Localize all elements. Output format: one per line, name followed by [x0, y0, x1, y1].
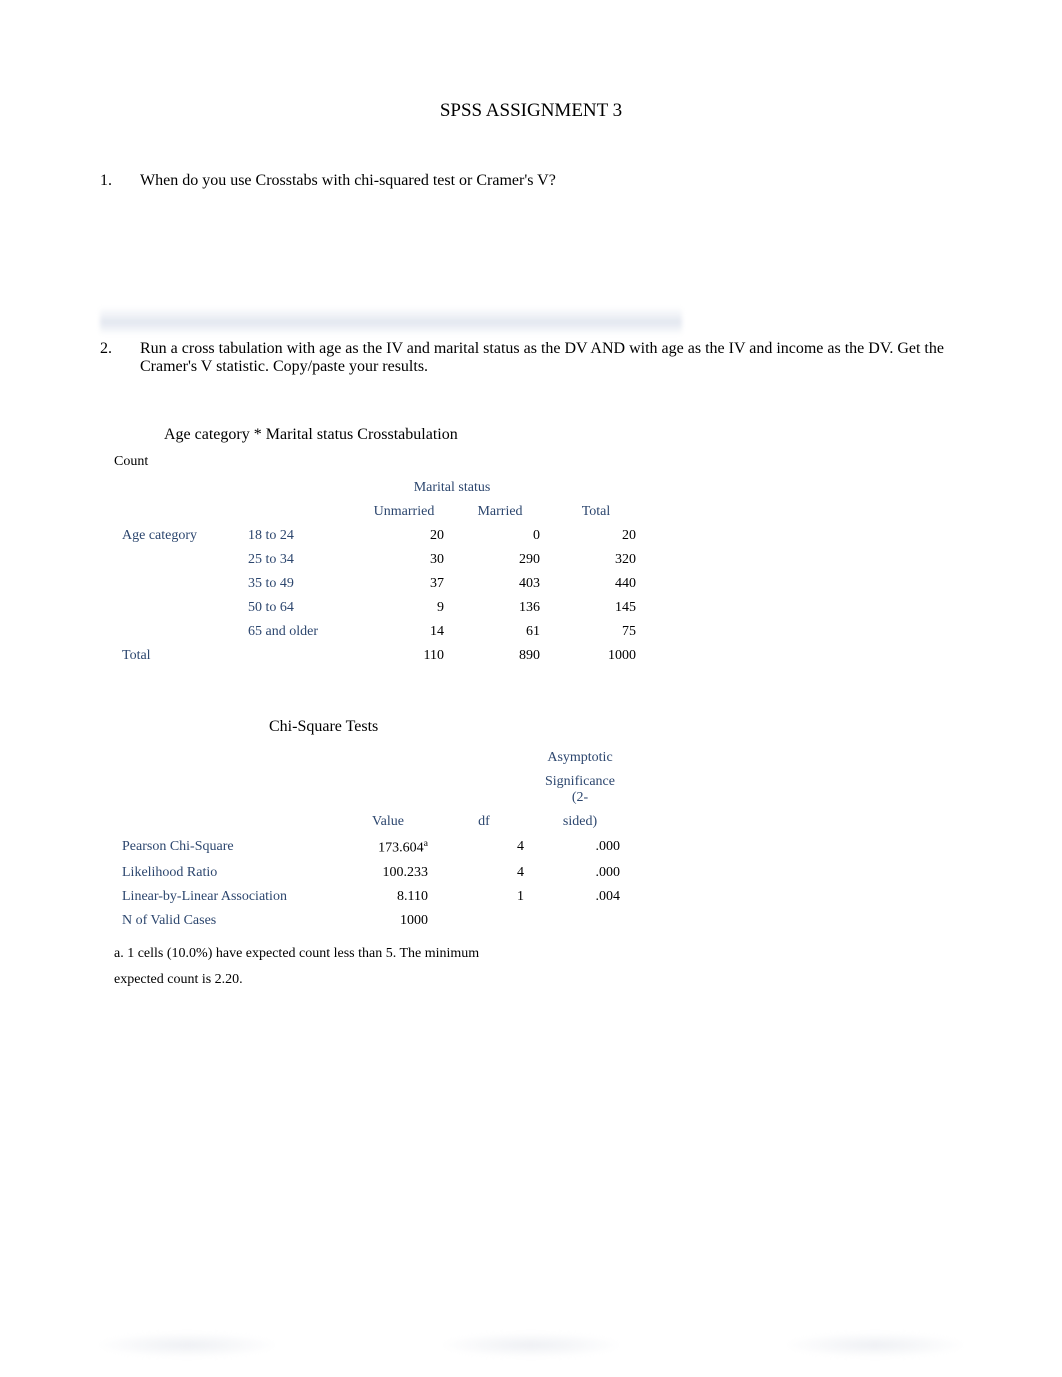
- cell-value: 4: [436, 861, 532, 885]
- cell-value: 4: [436, 834, 532, 861]
- question-2-text: Run a cross tabulation with age as the I…: [140, 340, 962, 376]
- footnote-line-1: a. 1 cells (10.0%) have expected count l…: [114, 946, 479, 961]
- cell-value: 20: [548, 524, 644, 548]
- cell-value: 30: [356, 548, 452, 572]
- table-row: 50 to 64 9 136 145: [114, 596, 644, 620]
- question-1: 1. When do you use Crosstabs with chi-sq…: [100, 172, 962, 190]
- cell-value: 14: [356, 620, 452, 644]
- cell-value: 20: [356, 524, 452, 548]
- chisq-head-sig1: Asymptotic: [532, 746, 628, 770]
- col-header-unmarried: Unmarried: [356, 500, 452, 524]
- row-label: 25 to 34: [240, 548, 356, 572]
- row-label: 18 to 24: [240, 524, 356, 548]
- row-label: 35 to 49: [240, 572, 356, 596]
- question-2-number: 2.: [100, 340, 140, 376]
- cell-value: 0: [452, 524, 548, 548]
- crosstab-table: Marital status Unmarried Married Total A…: [114, 476, 644, 668]
- crosstab-title: Age category * Marital status Crosstabul…: [164, 426, 962, 444]
- crosstab-count-label: Count: [114, 454, 962, 470]
- table-row: Total 110 890 1000: [114, 644, 644, 668]
- chisq-table: Asymptotic Significance (2- Value df sid…: [114, 746, 628, 933]
- table-row: 25 to 34 30 290 320: [114, 548, 644, 572]
- total-row-label: Total: [114, 644, 240, 668]
- cell-value: 9: [356, 596, 452, 620]
- table-row: Pearson Chi-Square 173.604a 4 .000: [114, 834, 628, 861]
- cell-value: 110: [356, 644, 452, 668]
- cell-value: 1: [436, 885, 532, 909]
- row-group-label: Age category: [114, 524, 240, 548]
- chisq-title: Chi-Square Tests: [269, 718, 962, 736]
- cell-value: 100.233: [340, 861, 436, 885]
- table-row: 65 and older 14 61 75: [114, 620, 644, 644]
- table-row: Asymptotic: [114, 746, 628, 770]
- table-row: 35 to 49 37 403 440: [114, 572, 644, 596]
- cell-value: 61: [452, 620, 548, 644]
- row-label: 50 to 64: [240, 596, 356, 620]
- question-1-text: When do you use Crosstabs with chi-squar…: [140, 172, 962, 190]
- chisq-footnote: a. 1 cells (10.0%) have expected count l…: [114, 941, 962, 994]
- table-row: Significance (2-: [114, 770, 628, 810]
- table-row: Age category 18 to 24 20 0 20: [114, 524, 644, 548]
- document-page: SPSS ASSIGNMENT 3 1. When do you use Cro…: [0, 0, 1062, 1377]
- cell-value: 440: [548, 572, 644, 596]
- cell-value: 1000: [340, 909, 436, 933]
- cell-value: 320: [548, 548, 644, 572]
- crosstab-group-header: Marital status: [356, 476, 548, 500]
- cell-value: 890: [452, 644, 548, 668]
- preview-blur-icon: [100, 307, 682, 335]
- cell-value: 173.604a: [340, 834, 436, 861]
- table-row: Value df sided): [114, 810, 628, 834]
- cell-value: 75: [548, 620, 644, 644]
- cell-value: [532, 909, 628, 933]
- page-title: SPSS ASSIGNMENT 3: [100, 100, 962, 122]
- footnote-line-2: expected count is 2.20.: [114, 972, 243, 987]
- col-header-married: Married: [452, 500, 548, 524]
- cell-value: 136: [452, 596, 548, 620]
- col-header-total: Total: [548, 500, 644, 524]
- table-row: Unmarried Married Total: [114, 500, 644, 524]
- footnote-marker: a: [424, 838, 428, 849]
- chisq-head-value: Value: [340, 810, 436, 834]
- question-1-number: 1.: [100, 172, 140, 190]
- chisq-row-label: N of Valid Cases: [114, 909, 340, 933]
- cell-value: 403: [452, 572, 548, 596]
- cell-value: .004: [532, 885, 628, 909]
- table-row: Marital status: [114, 476, 644, 500]
- chisq-row-label: Pearson Chi-Square: [114, 834, 340, 861]
- cell-value: .000: [532, 861, 628, 885]
- question-2: 2. Run a cross tabulation with age as th…: [100, 340, 962, 376]
- chisq-head-sig3: sided): [532, 810, 628, 834]
- chisq-head-sig2: Significance (2-: [532, 770, 628, 810]
- cell-value: 290: [452, 548, 548, 572]
- table-row: Linear-by-Linear Association 8.110 1 .00…: [114, 885, 628, 909]
- table-row: Likelihood Ratio 100.233 4 .000: [114, 861, 628, 885]
- cell-value: 37: [356, 572, 452, 596]
- cell-value: .000: [532, 834, 628, 861]
- chisq-row-label: Linear-by-Linear Association: [114, 885, 340, 909]
- preview-blur-icon: [100, 1333, 962, 1357]
- chisq-head-df: df: [436, 810, 532, 834]
- chisq-block: Chi-Square Tests Asymptotic Significance…: [114, 718, 962, 994]
- row-label: 65 and older: [240, 620, 356, 644]
- cell-value: 1000: [548, 644, 644, 668]
- cell-value: 8.110: [340, 885, 436, 909]
- cell-value: 145: [548, 596, 644, 620]
- cell-value: [436, 909, 532, 933]
- crosstab-block: Age category * Marital status Crosstabul…: [114, 426, 962, 668]
- table-row: N of Valid Cases 1000: [114, 909, 628, 933]
- chisq-row-label: Likelihood Ratio: [114, 861, 340, 885]
- cell-value-text: 173.604: [378, 841, 424, 856]
